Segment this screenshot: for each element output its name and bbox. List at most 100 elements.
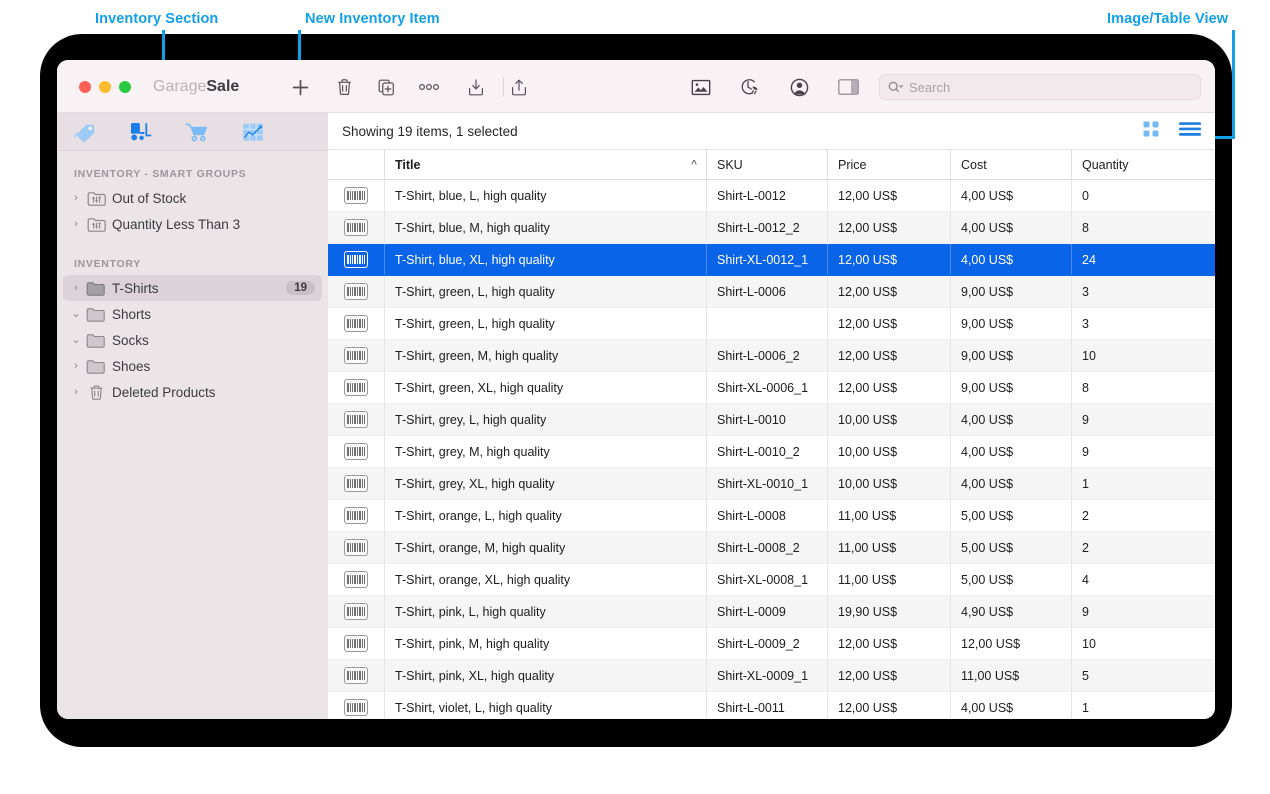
sidebar-item-deleted-products[interactable]: › Deleted Products — [63, 379, 322, 405]
minimize-button[interactable] — [99, 81, 111, 93]
table-row[interactable]: T-Shirt, violet, L, high quality Shirt-L-… — [328, 692, 1215, 719]
account-button[interactable] — [784, 74, 814, 100]
more-options-button[interactable] — [414, 74, 444, 100]
search-icon — [888, 81, 903, 92]
row-icon-cell — [328, 404, 384, 435]
row-title-cell: T-Shirt, green, L, high quality — [384, 308, 706, 339]
chevron-right-icon[interactable]: › — [69, 192, 83, 204]
sidebar-item-socks[interactable]: ⌄ Socks — [63, 327, 322, 353]
sidebar-item-t-shirts[interactable]: › T-Shirts 19 — [63, 275, 322, 301]
tab-orders[interactable] — [183, 121, 211, 143]
scheduled-button[interactable] — [735, 74, 765, 100]
row-sku-cell: Shirt-XL-0008_1 — [706, 564, 827, 595]
row-sku-cell: Shirt-L-0010_2 — [706, 436, 827, 467]
column-header-title[interactable]: Title ^ — [384, 150, 706, 179]
images-button[interactable] — [686, 74, 716, 100]
row-sku-cell: Shirt-XL-0006_1 — [706, 372, 827, 403]
barcode-icon — [344, 251, 368, 268]
row-sku-cell: Shirt-XL-0010_1 — [706, 468, 827, 499]
row-title-cell: T-Shirt, green, L, high quality — [384, 276, 706, 307]
sidebar-item-label: Shoes — [112, 358, 151, 374]
chevron-right-icon[interactable]: › — [69, 282, 83, 294]
row-cost-cell: 4,00 US$ — [950, 404, 1071, 435]
table-row[interactable]: T-Shirt, grey, M, high quality Shirt-L-00… — [328, 436, 1215, 468]
chevron-right-icon[interactable]: › — [69, 386, 83, 398]
row-cost-cell: 4,00 US$ — [950, 468, 1071, 499]
row-title-cell: T-Shirt, blue, M, high quality — [384, 212, 706, 243]
chevron-down-icon[interactable]: ⌄ — [69, 334, 83, 346]
chevron-right-icon[interactable]: › — [69, 360, 83, 372]
row-cost-cell: 5,00 US$ — [950, 500, 1071, 531]
chevron-right-icon[interactable]: › — [69, 218, 83, 230]
table-row[interactable]: T-Shirt, pink, L, high quality Shirt-L-00… — [328, 596, 1215, 628]
table-row[interactable]: T-Shirt, orange, XL, high quality Shirt-X… — [328, 564, 1215, 596]
row-cost-cell: 4,00 US$ — [950, 180, 1071, 211]
row-price-cell: 12,00 US$ — [827, 180, 950, 211]
table-row[interactable]: T-Shirt, grey, XL, high quality Shirt-XL-… — [328, 468, 1215, 500]
row-sku-cell: Shirt-XL-0012_1 — [706, 244, 827, 275]
list-view-icon — [1179, 121, 1201, 136]
barcode-icon — [344, 315, 368, 332]
row-icon-cell — [328, 532, 384, 563]
row-quantity-cell: 5 — [1071, 660, 1215, 691]
row-icon-cell — [328, 628, 384, 659]
delete-item-button[interactable] — [329, 74, 359, 100]
column-header-cost[interactable]: Cost — [950, 150, 1071, 179]
person-icon — [790, 78, 808, 96]
table-row[interactable]: T-Shirt, blue, M, high quality Shirt-L-00… — [328, 212, 1215, 244]
column-header-price[interactable]: Price — [827, 150, 950, 179]
duplicate-item-button[interactable] — [371, 74, 401, 100]
barcode-icon — [344, 443, 368, 460]
sidebar-item-label: Deleted Products — [112, 384, 216, 400]
search-field[interactable]: Search — [879, 74, 1201, 100]
table-row[interactable]: T-Shirt, orange, M, high quality Shirt-L-… — [328, 532, 1215, 564]
table-row[interactable]: T-Shirt, pink, XL, high quality Shirt-XL-… — [328, 660, 1215, 692]
sidebar-item-quantity-less-than-3[interactable]: › Quantity Less Than 3 — [63, 211, 322, 237]
row-quantity-cell: 3 — [1071, 276, 1215, 307]
barcode-icon — [344, 635, 368, 652]
annotation-inventory-section: Inventory Section — [95, 11, 219, 27]
table-row[interactable]: T-Shirt, green, M, high quality Shirt-L-0… — [328, 340, 1215, 372]
tab-statistics[interactable] — [239, 121, 267, 143]
row-icon-cell — [328, 596, 384, 627]
sidebar: Inventory - Smart Groups › Out of Stock — [57, 113, 328, 719]
tab-inventory[interactable] — [127, 121, 155, 143]
chevron-down-icon[interactable]: ⌄ — [69, 308, 83, 320]
column-header-quantity[interactable]: Quantity — [1071, 150, 1215, 179]
row-quantity-cell: 9 — [1071, 436, 1215, 467]
row-icon-cell — [328, 340, 384, 371]
tab-tags[interactable] — [71, 121, 99, 143]
sidebar-item-shoes[interactable]: › Shoes — [63, 353, 322, 379]
row-sku-cell: Shirt-L-0008 — [706, 500, 827, 531]
sidebar-item-shorts[interactable]: ⌄ Shorts — [63, 301, 322, 327]
sidebar-item-label: Out of Stock — [112, 190, 187, 206]
row-title-cell: T-Shirt, orange, M, high quality — [384, 532, 706, 563]
table-row[interactable]: T-Shirt, pink, M, high quality Shirt-L-00… — [328, 628, 1215, 660]
row-title-cell: T-Shirt, violet, L, high quality — [384, 692, 706, 719]
close-button[interactable] — [79, 81, 91, 93]
row-quantity-cell: 1 — [1071, 468, 1215, 499]
zoom-button[interactable] — [119, 81, 131, 93]
app-window: GarageSale Search INVENTORY - SMART GROU… — [57, 60, 1215, 719]
table-row[interactable]: T-Shirt, blue, XL, high quality Shirt-XL-… — [328, 244, 1215, 276]
screenshot-root: Inventory Section New Inventory Item Ima… — [0, 0, 1270, 794]
share-button[interactable] — [504, 74, 534, 100]
table-row[interactable]: T-Shirt, green, XL, high quality Shirt-XL… — [328, 372, 1215, 404]
duplicate-icon — [378, 79, 394, 95]
table-row[interactable]: T-Shirt, grey, L, high quality Shirt-L-00… — [328, 404, 1215, 436]
sort-ascending-icon: ^ — [691, 159, 697, 170]
table-row[interactable]: T-Shirt, green, L, high quality Shirt-L-0… — [328, 276, 1215, 308]
column-header-sku[interactable]: SKU — [706, 150, 827, 179]
import-button[interactable] — [461, 74, 491, 100]
sidebar-item-out-of-stock[interactable]: › Out of Stock — [63, 185, 322, 211]
table-row[interactable]: T-Shirt, blue, L, high quality Shirt-L-00… — [328, 180, 1215, 212]
table-row[interactable]: T-Shirt, orange, L, high quality Shirt-L-… — [328, 500, 1215, 532]
grid-view-button[interactable] — [1143, 121, 1159, 142]
sidebar-item-label: T-Shirts — [112, 280, 159, 296]
list-view-button[interactable] — [1179, 121, 1201, 142]
column-header-icon[interactable] — [328, 150, 384, 179]
table-row[interactable]: T-Shirt, green, L, high quality 12,00 US$… — [328, 308, 1215, 340]
add-item-button[interactable] — [285, 74, 315, 100]
row-icon-cell — [328, 500, 384, 531]
inspector-toggle-button[interactable] — [833, 74, 863, 100]
